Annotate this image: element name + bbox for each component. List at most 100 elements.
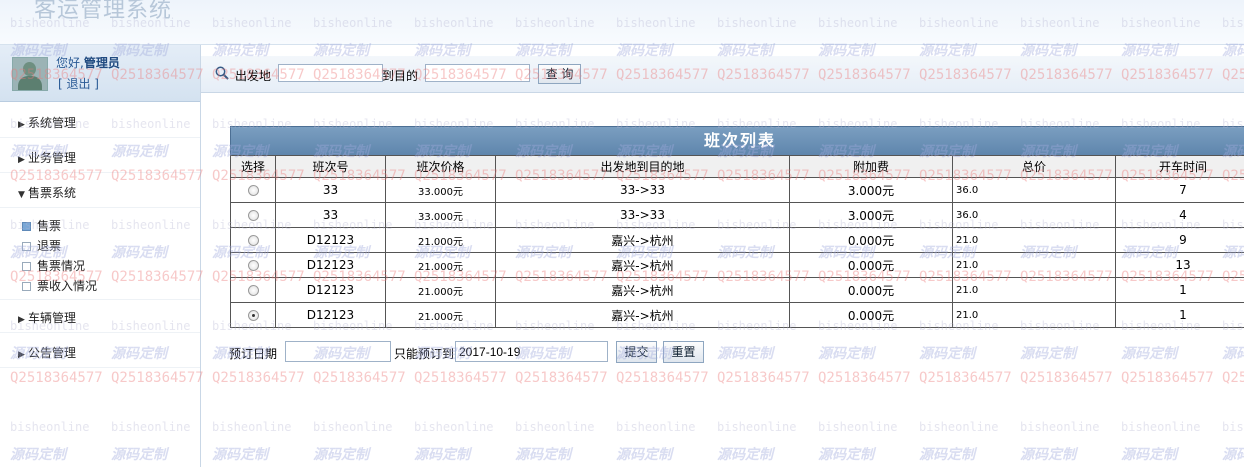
chevron-down-icon: ▼	[18, 190, 25, 200]
logout-link[interactable]: [ 退出 ]	[58, 75, 99, 92]
cell-fee: 0.000元	[789, 302, 953, 328]
sidebar-subitem-income[interactable]: 票收入情况	[22, 277, 97, 294]
cell-price: 21.000元	[385, 277, 496, 303]
cell-time: 1	[1115, 277, 1244, 303]
watermark-text: Q2518364577	[717, 370, 810, 386]
watermark-text: bisheonline	[212, 420, 292, 434]
select-radio[interactable]	[247, 260, 259, 271]
watermark-text: bisheonline	[313, 420, 393, 434]
submit-button[interactable]: 提交	[616, 341, 657, 363]
cell-route: 33->33	[495, 202, 790, 228]
square-icon	[22, 242, 31, 251]
col-header: 总价	[952, 155, 1116, 178]
cell-price: 33.000元	[385, 202, 496, 228]
watermark-text: 源码定制	[818, 447, 874, 463]
cell-time: 1	[1115, 302, 1244, 328]
watermark-text: Q2518364577	[818, 370, 911, 386]
cell-route: 嘉兴->杭州	[495, 252, 790, 278]
cell-time: 13	[1115, 252, 1244, 278]
square-icon	[22, 222, 31, 231]
limit-label: 只能预订到	[394, 347, 455, 361]
cell-select	[230, 252, 276, 278]
cell-time: 7	[1115, 177, 1244, 203]
user-greeting: 您好,管理员	[56, 56, 120, 70]
col-header: 班次价格	[385, 155, 496, 178]
cell-total: 21.0	[952, 227, 1116, 253]
booking-form: 预订日期 只能预订到 提交 重置	[229, 340, 929, 364]
cell-id: D12123	[275, 277, 386, 303]
sidebar-item-business[interactable]: ▶ 业务管理	[18, 149, 76, 166]
sidebar-item-notice[interactable]: ▶ 公告管理	[18, 344, 76, 361]
cell-time: 4	[1115, 202, 1244, 228]
cell-price: 21.000元	[385, 227, 496, 253]
cell-select	[230, 277, 276, 303]
chevron-right-icon: ▶	[18, 350, 25, 360]
cell-id: D12123	[275, 252, 386, 278]
watermark-text: bisheonline	[919, 420, 999, 434]
watermark-text: bisheonline	[1121, 420, 1201, 434]
watermark-text: bisheonline	[1222, 420, 1244, 434]
cell-id: D12123	[275, 302, 386, 328]
watermark-text: 源码定制	[1020, 447, 1076, 463]
cell-fee: 0.000元	[789, 277, 953, 303]
cell-total: 36.0	[952, 177, 1116, 203]
sidebar-item-system[interactable]: ▶ 系统管理	[18, 114, 76, 131]
cell-fee: 3.000元	[789, 177, 953, 203]
cell-route: 嘉兴->杭州	[495, 277, 790, 303]
search-button[interactable]: 查 询	[538, 64, 581, 84]
avatar	[12, 57, 48, 91]
sidebar: 您好,管理员 [ 退出 ] ▶ 系统管理 ▶ 业务管理 ▼ 售票系统 售票 退票 售票…	[0, 45, 201, 467]
select-radio[interactable]	[247, 210, 259, 221]
watermark-text: bisheonline	[1020, 420, 1100, 434]
cell-total: 21.0	[952, 302, 1116, 328]
table-header-row: 选择 班次号 班次价格 出发地到目的地 附加费 总价 开车时间	[230, 155, 1244, 178]
watermark-text: Q2518364577	[1121, 370, 1214, 386]
sidebar-subitem-refund[interactable]: 退票	[22, 237, 61, 254]
schedule-table-panel: 班次列表 选择 班次号 班次价格 出发地到目的地 附加费 总价 开车时间 33 3…	[230, 126, 1244, 328]
limit-date-input[interactable]	[455, 341, 608, 362]
user-panel: 您好,管理员 [ 退出 ]	[0, 45, 200, 102]
watermark-text: bisheonline	[717, 420, 797, 434]
cell-route: 嘉兴->杭州	[495, 227, 790, 253]
cell-select	[230, 227, 276, 253]
chevron-right-icon: ▶	[18, 155, 25, 165]
watermark-text: 源码定制	[515, 447, 571, 463]
sidebar-subitem-sales-status[interactable]: 售票情况	[22, 257, 85, 274]
sidebar-item-vehicle[interactable]: ▶ 车辆管理	[18, 309, 76, 326]
chevron-right-icon: ▶	[18, 120, 25, 130]
select-radio[interactable]	[247, 185, 259, 196]
from-input[interactable]	[278, 64, 383, 82]
col-header: 出发地到目的地	[495, 155, 790, 178]
to-label: 到目的	[382, 69, 419, 83]
reset-button[interactable]: 重置	[663, 341, 704, 363]
cell-price: 21.000元	[385, 252, 496, 278]
booking-date-input[interactable]	[285, 341, 391, 362]
cell-fee: 0.000元	[789, 252, 953, 278]
cell-id: 33	[275, 177, 386, 203]
col-header: 开车时间	[1115, 155, 1244, 178]
watermark-text: Q2518364577	[919, 370, 1012, 386]
watermark-text: 源码定制	[1121, 447, 1177, 463]
cell-id: 33	[275, 202, 386, 228]
user-name: 管理员	[83, 56, 120, 70]
app-title: 客运管理系统	[34, 0, 173, 23]
cell-id: D12123	[275, 227, 386, 253]
watermark-text: bisheonline	[818, 420, 898, 434]
search-icon	[215, 66, 229, 80]
watermark-text: 源码定制	[1020, 346, 1076, 362]
to-input[interactable]	[425, 64, 530, 82]
watermark-text: 源码定制	[414, 447, 470, 463]
select-radio[interactable]	[247, 235, 259, 246]
table-row: 33 33.000元 33->33 3.000元 36.0 4	[230, 202, 1244, 228]
sidebar-item-ticketing[interactable]: ▼ 售票系统	[18, 184, 76, 201]
select-radio[interactable]	[247, 285, 259, 296]
watermark-text: Q2518364577	[515, 370, 608, 386]
sidebar-subitem-sell[interactable]: 售票	[22, 217, 61, 234]
col-header: 班次号	[275, 155, 386, 178]
cell-total: 21.0	[952, 277, 1116, 303]
table-row: D12123 21.000元 嘉兴->杭州 0.000元 21.0 13	[230, 252, 1244, 278]
select-radio[interactable]	[247, 310, 259, 321]
cell-select	[230, 202, 276, 228]
search-bar: 出发地 到目的 查 询	[201, 56, 1244, 93]
cell-total: 21.0	[952, 252, 1116, 278]
